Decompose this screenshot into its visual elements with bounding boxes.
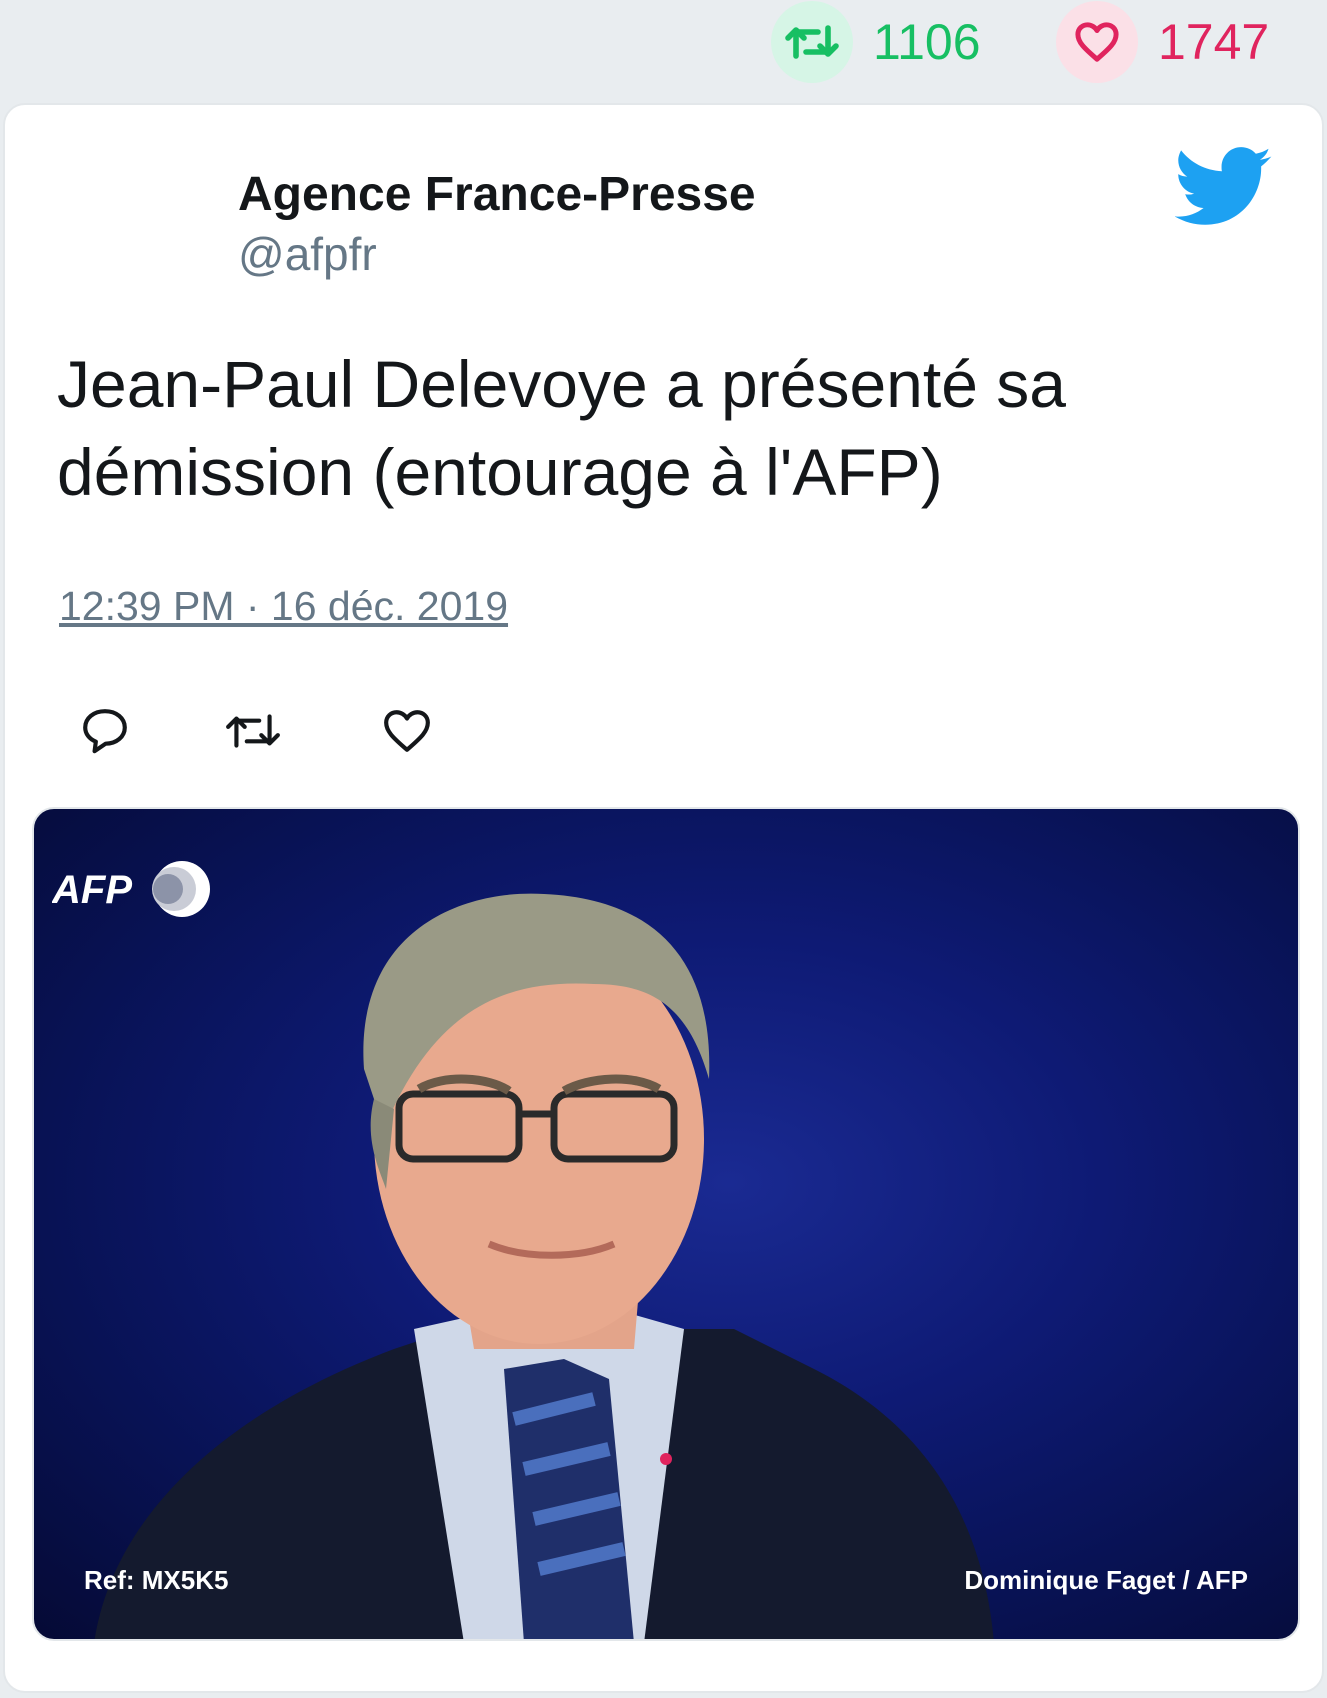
tweet-timestamp[interactable]: 12:39 PM · 16 déc. 2019 (59, 583, 508, 630)
tweet-text: Jean-Paul Delevoye a présenté sa démissi… (57, 347, 1066, 509)
retweet-icon (226, 714, 280, 748)
author-name[interactable]: Agence France-Presse (238, 167, 756, 222)
photo-credit: Dominique Faget / AFP (964, 1565, 1248, 1595)
heart-icon (1056, 1, 1138, 83)
retweet-count: 1106 (873, 14, 981, 70)
engagement-stats-bar: 1106 1747 (0, 0, 1327, 100)
svg-text:AFP: AFP (52, 868, 132, 912)
retweet-stat[interactable]: 1106 (771, 0, 981, 84)
afp-logo: AFP (52, 861, 210, 917)
like-button[interactable] (377, 701, 437, 761)
like-stat[interactable]: 1747 (1056, 0, 1269, 84)
avatar[interactable] (57, 157, 197, 297)
twitter-bird-icon[interactable] (1175, 147, 1273, 229)
retweet-icon (771, 1, 853, 83)
like-count: 1747 (1158, 14, 1270, 70)
reply-icon (83, 709, 127, 754)
photo-reference: Ref: MX5K5 (84, 1565, 229, 1595)
tweet-photo[interactable]: AFP Ref: MX5K5 Dominique Faget / AFP (32, 807, 1300, 1641)
retweet-button[interactable] (223, 701, 283, 761)
portrait-figure (94, 893, 994, 1639)
heart-icon (384, 710, 430, 752)
author-handle[interactable]: @afpfr (238, 227, 377, 281)
reply-button[interactable] (75, 701, 135, 761)
tweet-card: Agence France-Presse @afpfr Jean-Paul De… (3, 103, 1324, 1693)
